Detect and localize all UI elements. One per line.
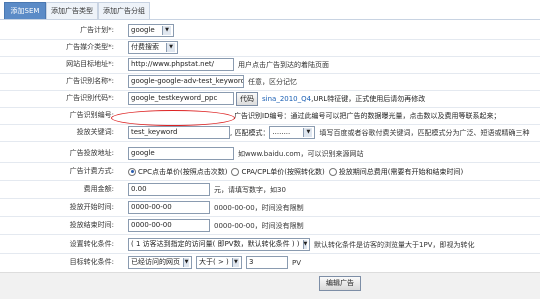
target-page-select[interactable]: 已经访问的网页 ▼ xyxy=(128,256,192,269)
start-note: 0000-00-00，时间没有限制 xyxy=(214,203,304,212)
row-conversion: 设置转化条件: ( 1 访客达到指定的访问量( 即PV数，默认转化条件 ) ) ▼… xyxy=(0,236,540,254)
billing-option-total: 投放期间总费用(需要有开始和结束时间) xyxy=(338,167,464,176)
chevron-down-icon: ▼ xyxy=(302,240,308,249)
cost-label: 费用金额: xyxy=(83,185,114,193)
address-label: 广告投放地址: xyxy=(69,149,114,157)
code-link[interactable]: sina_2010_Q4 xyxy=(262,95,311,103)
row-name: 广告识别名称*: google-google-adv-test_keyword … xyxy=(0,73,540,91)
chevron-down-icon: ▼ xyxy=(303,128,313,137)
target-op-select[interactable]: 大于( > ) ▼ xyxy=(196,256,242,269)
row-target: 目标转化条件: 已经访问的网页 ▼ 大于( > ) ▼ 3 PV xyxy=(0,254,540,271)
target-unit: PV xyxy=(292,258,302,267)
billing-option-cpa: CPA/CPL单价(按照转化数) xyxy=(241,167,325,176)
edit-ad-button[interactable]: 编辑广告 xyxy=(319,276,361,291)
tab-bar: 添加SEM 添加广告类型 添加广告分组 xyxy=(0,0,540,20)
url-note: 用户点击广告到达的着陆页面 xyxy=(238,60,329,69)
name-label: 广告识别名称*: xyxy=(66,77,114,85)
tab-add-ad-group[interactable]: 添加广告分组 xyxy=(98,2,150,19)
url-label: 网站目标地址*: xyxy=(66,60,114,68)
name-input[interactable]: google-google-adv-test_keyword xyxy=(128,75,244,88)
conversion-select[interactable]: ( 1 访客达到指定的访问量( 即PV数，默认转化条件 ) ) ▼ xyxy=(128,238,310,251)
code-button[interactable]: 代码 xyxy=(236,91,258,106)
address-note: 如www.baidu.com，可以识别来源网站 xyxy=(238,149,364,158)
conversion-label: 设置转化条件: xyxy=(69,240,114,248)
plan-select[interactable]: google ▼ xyxy=(128,24,174,37)
id-note: 广告识别ID编号：通过此编号可以把广告的数据曝光量，点击数以及费用等联系起来； xyxy=(234,111,501,120)
code-note: ,URL特征键，正式使用后请勿再修改 xyxy=(311,94,426,103)
keyword-label: 投放关键词: xyxy=(76,128,114,136)
end-note: 0000-00-00，时间没有限制 xyxy=(214,221,304,230)
target-num-input[interactable]: 3 xyxy=(246,256,288,269)
row-start: 投放开始时间: 0000-00-00 0000-00-00，时间没有限制 xyxy=(0,199,540,217)
highlight-ellipse xyxy=(111,110,235,126)
chevron-down-icon: ▼ xyxy=(231,258,239,267)
end-label: 投放结束时间: xyxy=(69,221,114,229)
ad-form-page: 添加SEM 添加广告类型 添加广告分组 广告计划*: google ▼ 广告媒介类… xyxy=(0,0,540,299)
row-cost: 费用金额: 0.00 元，请填写数字，如30 xyxy=(0,181,540,199)
row-code: 广告识别代码*: google_testkeyword_ppc 代码 sina_… xyxy=(0,90,540,108)
row-media: 广告媒介类型*: 付费搜索 ▼ xyxy=(0,39,540,57)
match-select[interactable]: ........ ▼ xyxy=(269,126,316,139)
cost-input[interactable]: 0.00 xyxy=(128,183,210,196)
tab-add-sem[interactable]: 添加SEM xyxy=(4,2,46,19)
row-keyword: 投放关键词: test_keyword , 匹配模式： ........ ▼ 填写… xyxy=(0,124,540,142)
address-input[interactable]: google xyxy=(128,147,234,160)
tab-add-ad-type[interactable]: 添加广告类型 xyxy=(46,2,98,19)
billing-radio-total[interactable] xyxy=(328,167,337,176)
chevron-down-icon: ▼ xyxy=(162,26,171,35)
code-input[interactable]: google_testkeyword_ppc xyxy=(128,92,234,105)
row-id: 广告识别编号: 广告识别ID编号：通过此编号可以把广告的数据曝光量，点击数以及费… xyxy=(0,107,540,125)
row-billing: 广告计费方式: CPC点击单价(按照点击次数) CPA/CPL单价(按照转化数)… xyxy=(0,163,540,181)
billing-label: 广告计费方式: xyxy=(69,167,114,175)
billing-radio-cpa[interactable] xyxy=(231,167,240,176)
cost-note: 元，请填写数字，如30 xyxy=(214,185,286,194)
billing-radio-cpc[interactable] xyxy=(128,167,136,176)
row-url: 网站目标地址*: http://www.phpstat.net/ 用户点击广告到… xyxy=(0,56,540,74)
name-note: 任意，区分记忆 xyxy=(248,77,297,86)
footer-bar xyxy=(0,272,540,299)
conversion-note: 默认转化条件是访客的浏览量大于1PV，即视为转化 xyxy=(314,240,475,249)
match-label: , 匹配模式： xyxy=(230,128,270,137)
plan-label: 广告计划*: xyxy=(80,26,114,34)
chevron-down-icon: ▼ xyxy=(183,258,189,267)
row-plan: 广告计划*: google ▼ xyxy=(0,22,540,40)
code-label: 广告识别代码*: xyxy=(66,94,114,102)
url-input[interactable]: http://www.phpstat.net/ xyxy=(128,58,234,71)
media-select[interactable]: 付费搜索 ▼ xyxy=(128,41,178,54)
start-label: 投放开始时间: xyxy=(69,203,114,211)
start-input[interactable]: 0000-00-00 xyxy=(128,201,210,214)
id-label: 广告识别编号: xyxy=(69,111,114,119)
row-address: 广告投放地址: google 如www.baidu.com，可以识别来源网站 xyxy=(0,145,540,163)
billing-option-cpc: CPC点击单价(按照点击次数) xyxy=(138,167,228,176)
row-end: 投放结束时间: 0000-00-00 0000-00-00，时间没有限制 xyxy=(0,217,540,235)
end-input[interactable]: 0000-00-00 xyxy=(128,219,210,232)
chevron-down-icon: ▼ xyxy=(166,43,175,52)
target-label: 目标转化条件: xyxy=(69,258,114,266)
keyword-note: 填写百度或者谷歌付费关键词，匹配模式分为广泛、短语或精确三种 xyxy=(319,128,530,137)
media-label: 广告媒介类型*: xyxy=(66,43,114,51)
keyword-input[interactable]: test_keyword xyxy=(128,126,230,139)
